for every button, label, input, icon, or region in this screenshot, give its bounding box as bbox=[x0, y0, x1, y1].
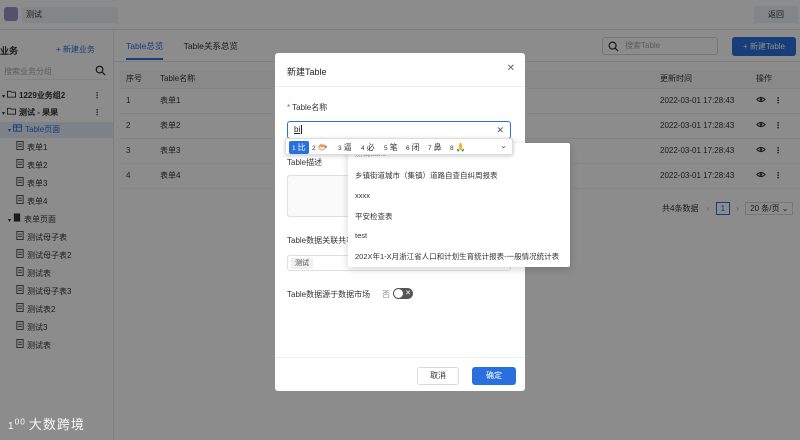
watermark-mark: 100 bbox=[8, 416, 26, 432]
table-name-suggestions: 测试table 乡镇街道城市（集镇）道路自查自纠周报表 xxxx 平安检查表 t… bbox=[348, 143, 570, 267]
relate-share-label: Table数据关联共享 bbox=[287, 236, 355, 245]
ime-candidate-text: 笔 bbox=[389, 143, 398, 152]
ime-candidate-number: 6 bbox=[406, 145, 410, 152]
market-source-toggle[interactable]: ✕ bbox=[393, 288, 413, 299]
table-desc-label: Table描述 bbox=[287, 158, 323, 167]
ime-candidate[interactable]: 7鼻 bbox=[428, 141, 442, 154]
ime-candidate-number: 3 bbox=[338, 145, 342, 152]
relate-share-tag[interactable]: 测试 bbox=[291, 258, 313, 269]
ime-candidate-number: 5 bbox=[384, 145, 388, 152]
ime-candidate[interactable]: 4必 bbox=[361, 141, 375, 154]
suggestion-item[interactable]: 乡镇街道城市（集镇）道路自查自纠周报表 bbox=[355, 170, 498, 181]
clear-input-icon[interactable]: ✕ bbox=[496, 122, 504, 138]
close-icon[interactable]: ✕ bbox=[507, 63, 515, 74]
ime-candidate-number: 1 bbox=[292, 145, 296, 152]
ime-candidate[interactable]: 3逼 bbox=[338, 141, 352, 154]
dialog-header-divider bbox=[275, 86, 525, 87]
market-source-off-text: 否 bbox=[382, 290, 390, 299]
ime-candidate-text: 🙏 bbox=[455, 143, 466, 152]
toggle-off-icon: ✕ bbox=[405, 290, 411, 297]
ime-candidate-text: 🐡 bbox=[317, 143, 328, 152]
ime-candidate-text: 闭 bbox=[411, 143, 420, 152]
ime-candidate-number: 2 bbox=[312, 145, 316, 152]
confirm-button[interactable]: 确定 bbox=[472, 367, 516, 385]
table-name-value: bi bbox=[294, 125, 301, 134]
market-source-label: Table数据源于数据市场 bbox=[287, 290, 371, 299]
ime-candidate-text: 鼻 bbox=[433, 143, 442, 152]
ime-candidate-text: 逼 bbox=[343, 143, 352, 152]
suggestion-item[interactable]: test bbox=[355, 231, 367, 240]
ime-candidate[interactable]: 8 🙏 bbox=[450, 141, 466, 154]
ime-candidate-text: 比 bbox=[297, 143, 306, 152]
dialog-title: 新建Table bbox=[287, 67, 327, 77]
table-name-label-text: Table名称 bbox=[292, 103, 328, 112]
required-mark: * bbox=[287, 103, 291, 112]
toggle-knob bbox=[394, 289, 403, 298]
ime-candidate[interactable]: 2 🐡 bbox=[312, 141, 328, 154]
ime-candidate-number: 7 bbox=[428, 145, 432, 152]
ime-candidate-bar: ⌄ 1 比 2 🐡 3 逼 4 必 5 笔 6 闭 7 鼻 8 🙏 bbox=[285, 138, 513, 155]
cancel-button[interactable]: 取消 bbox=[417, 367, 459, 385]
suggestion-item[interactable]: 平安检查表 bbox=[355, 211, 393, 222]
ime-candidate[interactable]: 6闭 bbox=[406, 141, 420, 154]
ime-candidate-text: 必 bbox=[366, 143, 375, 152]
ime-candidate-number: 8 bbox=[450, 145, 454, 152]
watermark-text: 大数跨境 bbox=[28, 417, 85, 432]
dialog-footer-divider bbox=[275, 357, 525, 358]
suggestion-item[interactable]: 202X年1-X月浙江省人口和计划生育统计报表-一般情况统计表 bbox=[355, 251, 559, 262]
suggestion-item[interactable]: xxxx bbox=[355, 191, 370, 200]
ime-candidate-number: 4 bbox=[361, 145, 365, 152]
watermark-logo: 100 大数跨境 bbox=[8, 414, 85, 433]
ime-candidate[interactable]: 5笔 bbox=[384, 141, 398, 154]
text-cursor bbox=[301, 125, 303, 134]
table-name-label: * Table名称 bbox=[287, 102, 327, 113]
table-name-input[interactable]: bi ✕ bbox=[287, 121, 511, 139]
ime-candidate[interactable]: 1比 bbox=[289, 141, 309, 154]
chevron-down-icon[interactable]: ⌄ bbox=[500, 141, 507, 150]
